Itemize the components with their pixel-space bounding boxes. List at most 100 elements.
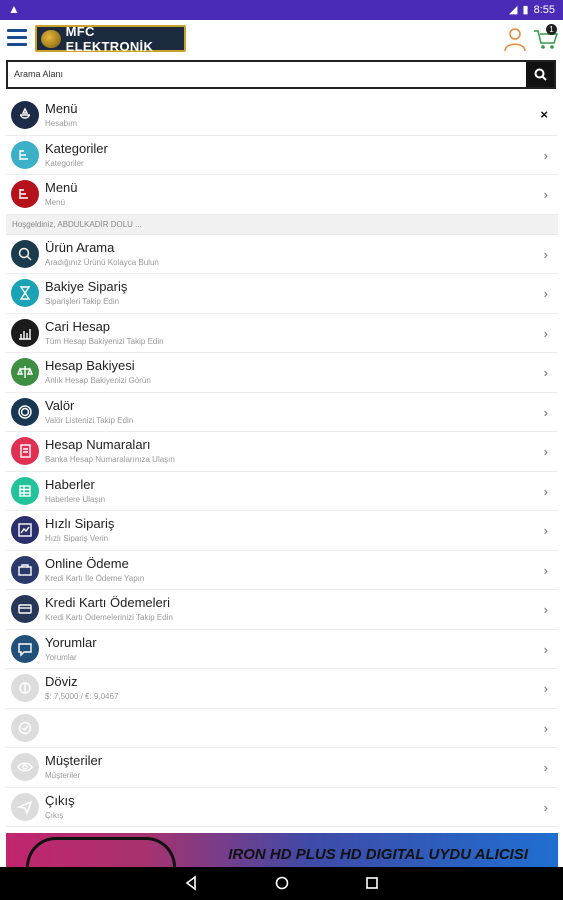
- chevron-right-icon: ›: [543, 760, 548, 775]
- menu-item-subtitle: Çıkış: [45, 810, 64, 820]
- hourglass-icon: [11, 279, 39, 307]
- chevron-right-icon: ›: [543, 404, 548, 420]
- chevron-right-icon: ›: [543, 799, 548, 815]
- list-icon: [11, 180, 39, 208]
- table-icon: [11, 476, 39, 505]
- menu-item[interactable]: Kredi Kartı Ödemeleri Kredi Kartı Ödemele…: [6, 590, 558, 630]
- menu-item-title: Cari Hesap: [45, 318, 111, 334]
- status-time: 8:55: [533, 3, 555, 16]
- user-icon[interactable]: [503, 26, 527, 52]
- menu-item-title: Kategoriler: [45, 140, 108, 156]
- menu-item-title: Ürün Arama: [45, 239, 115, 255]
- close-icon[interactable]: ×: [540, 107, 548, 122]
- menu-item-subtitle: $: 7,5000 / €: 9,0467: [45, 692, 119, 701]
- menu-item[interactable]: ›: [6, 709, 558, 748]
- menu-item[interactable]: Haberler Haberlere Ulaşın ›: [6, 472, 558, 511]
- cash-icon: [11, 555, 39, 584]
- search-input[interactable]: Arama Alanı: [8, 62, 526, 87]
- menu-item[interactable]: Hesap Numaraları Banka Hesap Numaralarını…: [6, 432, 558, 472]
- menu-item[interactable]: Döviz $: 7,5000 / €: 9,0467 ›: [6, 669, 558, 709]
- menu-item-subtitle: Haberlere Ulaşın: [45, 494, 106, 504]
- menu-item[interactable]: Müşteriler Müşteriler ›: [6, 748, 558, 788]
- brand-logo[interactable]: MFC ELEKTRONİK: [35, 23, 186, 54]
- card-payment-icon: [11, 595, 39, 623]
- warning-icon: ▲: [8, 2, 20, 16]
- app-bar: MFC ELEKTRONİK 1: [0, 20, 563, 58]
- menu-item-subtitle: Siparişleri Takip Edin: [45, 297, 120, 306]
- comment-icon: [11, 634, 39, 663]
- menu-item[interactable]: Hızlı Sipariş Hızlı Sipariş Verin ›: [6, 511, 558, 551]
- chevron-right-icon: ›: [543, 325, 548, 341]
- menu-item-title: Yorumlar: [45, 634, 97, 650]
- chevron-right-icon: ›: [543, 286, 548, 301]
- menu-item-subtitle: Banka Hesap Numaralarınıza Ulaşın: [45, 455, 175, 464]
- menu-item-subtitle: Müşteriler: [45, 771, 81, 780]
- search-icon: [11, 239, 39, 268]
- menu-item-title: Online Ödeme: [45, 555, 129, 571]
- side-menu: Menü Hesabım × Kategoriler Kategoriler › Menü M…: [6, 96, 558, 827]
- menu-item[interactable]: Online Ödeme Kredi Kartı İle Ödeme Yapın ›: [6, 551, 558, 590]
- menu-item[interactable]: Bakiye Sipariş Siparişleri Takip Edin ›: [6, 274, 558, 314]
- menu-item-title: Döviz: [45, 674, 78, 689]
- recents-icon[interactable]: [364, 875, 380, 891]
- chevron-right-icon: ›: [543, 641, 548, 657]
- menu-item-subtitle: Kategoriler: [45, 158, 84, 168]
- menu-item-title: Müşteriler: [45, 753, 103, 768]
- trend-icon: [11, 516, 39, 544]
- menu-item-title: Hızlı Sipariş: [45, 516, 115, 531]
- menu-item[interactable]: Menü Menü ›: [6, 175, 558, 215]
- search-button[interactable]: [526, 62, 554, 87]
- home-icon[interactable]: [274, 875, 290, 891]
- status-bar: ▲ ◢ ▮ 8:55: [0, 0, 563, 20]
- chevron-right-icon: ›: [543, 483, 548, 499]
- menu-item-title: Hesap Bakiyesi: [45, 358, 135, 373]
- send-icon: [11, 792, 39, 821]
- menu-item[interactable]: Kategoriler Kategoriler ›: [6, 136, 558, 175]
- search-bar: Arama Alanı: [6, 60, 556, 89]
- menu-item-title: Hesap Numaraları: [45, 437, 151, 452]
- menu-item[interactable]: Valör Valör Listenizi Takip Edin ›: [6, 393, 558, 432]
- menu-item-title: Menü: [45, 101, 78, 116]
- menu-item-title: Kredi Kartı Ödemeleri: [45, 595, 170, 610]
- menu-item-title: Menü: [45, 180, 78, 195]
- menu-item-subtitle: Valör Listenizi Takip Edin: [45, 415, 134, 425]
- banner-text: IRON HD PLUS HD DIGITAL UYDU ALICISI: [228, 846, 528, 863]
- menu-item-subtitle: Kredi Kartı İle Ödeme Yapın: [45, 573, 145, 583]
- system-nav-bar: [0, 867, 563, 900]
- battery-icon: ▮: [522, 4, 529, 16]
- menu-item-subtitle: Hızlı Sipariş Verin: [45, 534, 109, 543]
- menu-item[interactable]: Hesap Bakiyesi Anlık Hesap Bakiyenizi Gör…: [6, 353, 558, 393]
- signal-icon: ◢: [509, 4, 518, 16]
- chevron-right-icon: ›: [543, 365, 548, 380]
- chevron-right-icon: ›: [543, 246, 548, 262]
- chevron-right-icon: ›: [543, 147, 548, 163]
- menu-item-subtitle: Tüm Hesap Bakiyenizi Takip Edin: [45, 336, 164, 346]
- menu-item-subtitle: Kredi Kartı Ödemelerinizi Takip Edin: [45, 613, 173, 622]
- menu-icon[interactable]: [7, 29, 27, 47]
- logo-text: MFC ELEKTRONİK: [65, 23, 154, 54]
- banner-cable-graphic: [26, 837, 176, 867]
- menu-item-subtitle: Anlık Hesap Bakiyenizi Görün: [45, 376, 151, 385]
- list-icon: [11, 140, 39, 169]
- chevron-right-icon: ›: [543, 681, 548, 696]
- search-icon: [534, 68, 547, 81]
- menu-item-subtitle: Aradığınız Ürünü Kolayca Bulun: [45, 257, 159, 267]
- back-icon[interactable]: [183, 875, 199, 891]
- menu-item-title: Valör: [45, 397, 75, 413]
- menu-item[interactable]: Ürün Arama Aradığınız Ürünü Kolayca Bulun…: [6, 235, 558, 274]
- eye-icon: [11, 753, 39, 781]
- chevron-right-icon: ›: [543, 602, 548, 617]
- menu-item[interactable]: Yorumlar Yorumlar ›: [6, 630, 558, 669]
- menu-item[interactable]: Menü Hesabım ×: [6, 96, 558, 136]
- scale-icon: [11, 358, 39, 386]
- menu-item[interactable]: Çıkış Çıkış ›: [6, 788, 558, 827]
- check-icon: [11, 713, 39, 742]
- cart-icon[interactable]: 1: [533, 24, 559, 52]
- menu-item[interactable]: Cari Hesap Tüm Hesap Bakiyenizi Takip Edi…: [6, 314, 558, 353]
- ship-wheel-icon: [11, 101, 39, 129]
- currency-icon: [11, 674, 39, 702]
- chevron-right-icon: ›: [543, 523, 548, 538]
- promo-banner[interactable]: IRON HD PLUS HD DIGITAL UYDU ALICISI: [6, 833, 558, 867]
- chevron-right-icon: ›: [543, 187, 548, 202]
- welcome-greeting: Hoşgeldiniz, ABDULKADİR DOLU ...: [6, 214, 558, 235]
